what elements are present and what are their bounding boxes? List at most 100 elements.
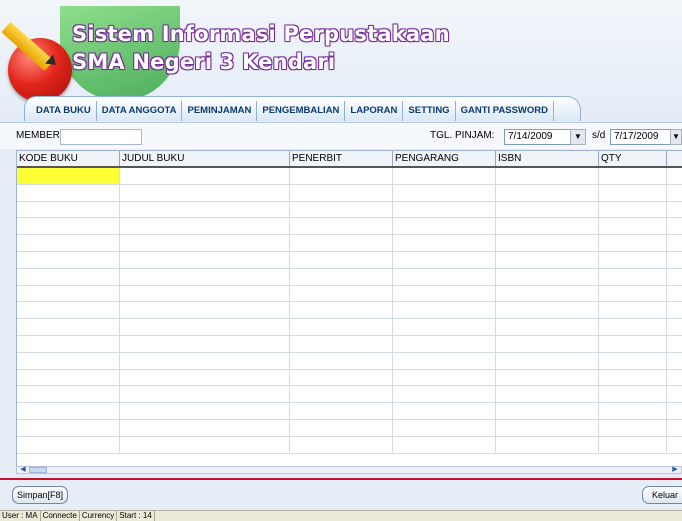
tab-data-buku[interactable]: DATA BUKU xyxy=(31,101,97,121)
grid-cell[interactable] xyxy=(17,251,120,268)
grid-cell[interactable] xyxy=(599,335,667,352)
grid-cell[interactable] xyxy=(120,403,290,419)
grid-cell[interactable] xyxy=(17,235,120,251)
scroll-right-icon[interactable]: ▶ xyxy=(670,466,680,473)
table-row[interactable] xyxy=(17,302,682,320)
grid-cell[interactable] xyxy=(496,168,599,184)
scroll-left-icon[interactable]: ◀ xyxy=(18,466,28,473)
grid-cell[interactable] xyxy=(599,184,667,201)
grid-cell[interactable] xyxy=(393,285,496,302)
grid-cell[interactable] xyxy=(393,184,496,201)
col-judul-buku[interactable]: JUDUL BUKU xyxy=(120,151,290,166)
grid-cell[interactable] xyxy=(393,201,496,218)
grid-cell[interactable] xyxy=(599,319,667,335)
grid-cell[interactable] xyxy=(120,251,290,268)
grid-cell[interactable] xyxy=(599,201,667,218)
grid-cell[interactable] xyxy=(17,201,120,218)
grid-cell[interactable] xyxy=(393,235,496,251)
grid-cell[interactable] xyxy=(393,369,496,386)
grid-cell[interactable] xyxy=(599,302,667,319)
tab-setting[interactable]: SETTING xyxy=(403,101,456,121)
table-row[interactable] xyxy=(17,184,682,202)
grid-cell[interactable] xyxy=(120,352,290,369)
member-input[interactable] xyxy=(60,129,142,145)
grid-cell[interactable] xyxy=(393,268,496,285)
grid-cell[interactable] xyxy=(17,403,120,419)
table-row[interactable] xyxy=(17,251,682,269)
grid-cell[interactable] xyxy=(120,285,290,302)
grid-cell[interactable] xyxy=(120,168,290,184)
grid-cell[interactable] xyxy=(290,335,393,352)
table-row[interactable] xyxy=(17,268,682,286)
grid-cell[interactable] xyxy=(496,201,599,218)
grid-cell[interactable] xyxy=(290,386,393,403)
tab-data-anggota[interactable]: DATA ANGGOTA xyxy=(97,101,183,121)
grid-cell[interactable] xyxy=(496,285,599,302)
grid-cell[interactable] xyxy=(17,436,120,453)
grid-cell[interactable] xyxy=(120,302,290,319)
grid-cell[interactable] xyxy=(393,386,496,403)
grid-cell[interactable] xyxy=(393,436,496,453)
grid-cell[interactable] xyxy=(120,319,290,335)
grid-cell[interactable] xyxy=(393,218,496,235)
grid-cell[interactable] xyxy=(599,436,667,453)
grid-cell[interactable] xyxy=(393,319,496,335)
grid-cell[interactable] xyxy=(120,184,290,201)
grid-cell[interactable] xyxy=(496,184,599,201)
grid-cell[interactable] xyxy=(496,335,599,352)
grid-cell[interactable] xyxy=(17,319,120,335)
col-penerbit[interactable]: PENERBIT xyxy=(290,151,393,166)
grid-cell[interactable] xyxy=(599,285,667,302)
tab-laporan[interactable]: LAPORAN xyxy=(345,101,404,121)
exit-button[interactable]: Keluar xyxy=(642,486,682,504)
grid-cell[interactable] xyxy=(496,251,599,268)
grid-cell[interactable] xyxy=(393,251,496,268)
grid-cell[interactable] xyxy=(120,268,290,285)
horizontal-scrollbar[interactable]: ◀ ▶ xyxy=(16,466,682,474)
grid-cell[interactable] xyxy=(120,201,290,218)
col-pengarang[interactable]: PENGARANG xyxy=(393,151,496,166)
grid-cell[interactable] xyxy=(290,419,393,436)
grid-cell[interactable] xyxy=(120,386,290,403)
save-button[interactable]: Simpan[F8] xyxy=(12,486,68,504)
grid-cell[interactable] xyxy=(290,403,393,419)
col-kode-buku[interactable]: KODE BUKU xyxy=(17,151,120,166)
grid-cell[interactable] xyxy=(599,251,667,268)
grid-cell[interactable] xyxy=(17,335,120,352)
tab-ganti-password[interactable]: GANTI PASSWORD xyxy=(456,101,555,121)
grid-cell[interactable] xyxy=(599,268,667,285)
grid-cell[interactable] xyxy=(17,369,120,386)
grid-cell[interactable] xyxy=(120,235,290,251)
grid-cell[interactable] xyxy=(496,268,599,285)
grid-cell[interactable] xyxy=(496,319,599,335)
date-to-dropdown-icon[interactable]: ▼ xyxy=(670,129,682,145)
grid-cell[interactable] xyxy=(496,369,599,386)
grid-cell[interactable] xyxy=(290,436,393,453)
grid-cell[interactable] xyxy=(393,352,496,369)
grid-cell[interactable] xyxy=(120,369,290,386)
grid-cell[interactable] xyxy=(496,386,599,403)
grid-cell[interactable] xyxy=(496,419,599,436)
scroll-thumb[interactable] xyxy=(29,467,47,473)
grid-cell[interactable] xyxy=(496,235,599,251)
grid-cell[interactable] xyxy=(290,369,393,386)
grid-cell[interactable] xyxy=(120,419,290,436)
grid-cell[interactable] xyxy=(290,285,393,302)
table-row[interactable] xyxy=(17,335,682,353)
grid-cell[interactable] xyxy=(17,184,120,201)
table-row[interactable] xyxy=(17,218,682,236)
grid-cell[interactable] xyxy=(17,419,120,436)
table-row[interactable] xyxy=(17,419,682,437)
grid-cell[interactable] xyxy=(599,168,667,184)
grid-cell[interactable] xyxy=(120,436,290,453)
grid-cell[interactable] xyxy=(290,268,393,285)
grid-cell[interactable] xyxy=(496,302,599,319)
table-row[interactable] xyxy=(17,285,682,303)
table-row[interactable] xyxy=(17,352,682,370)
grid-cell[interactable] xyxy=(290,319,393,335)
tab-peminjaman[interactable]: PEMINJAMAN xyxy=(182,101,258,121)
grid-cell[interactable] xyxy=(393,335,496,352)
table-row[interactable] xyxy=(17,369,682,387)
table-row[interactable] xyxy=(17,403,682,420)
grid-cell[interactable] xyxy=(496,352,599,369)
